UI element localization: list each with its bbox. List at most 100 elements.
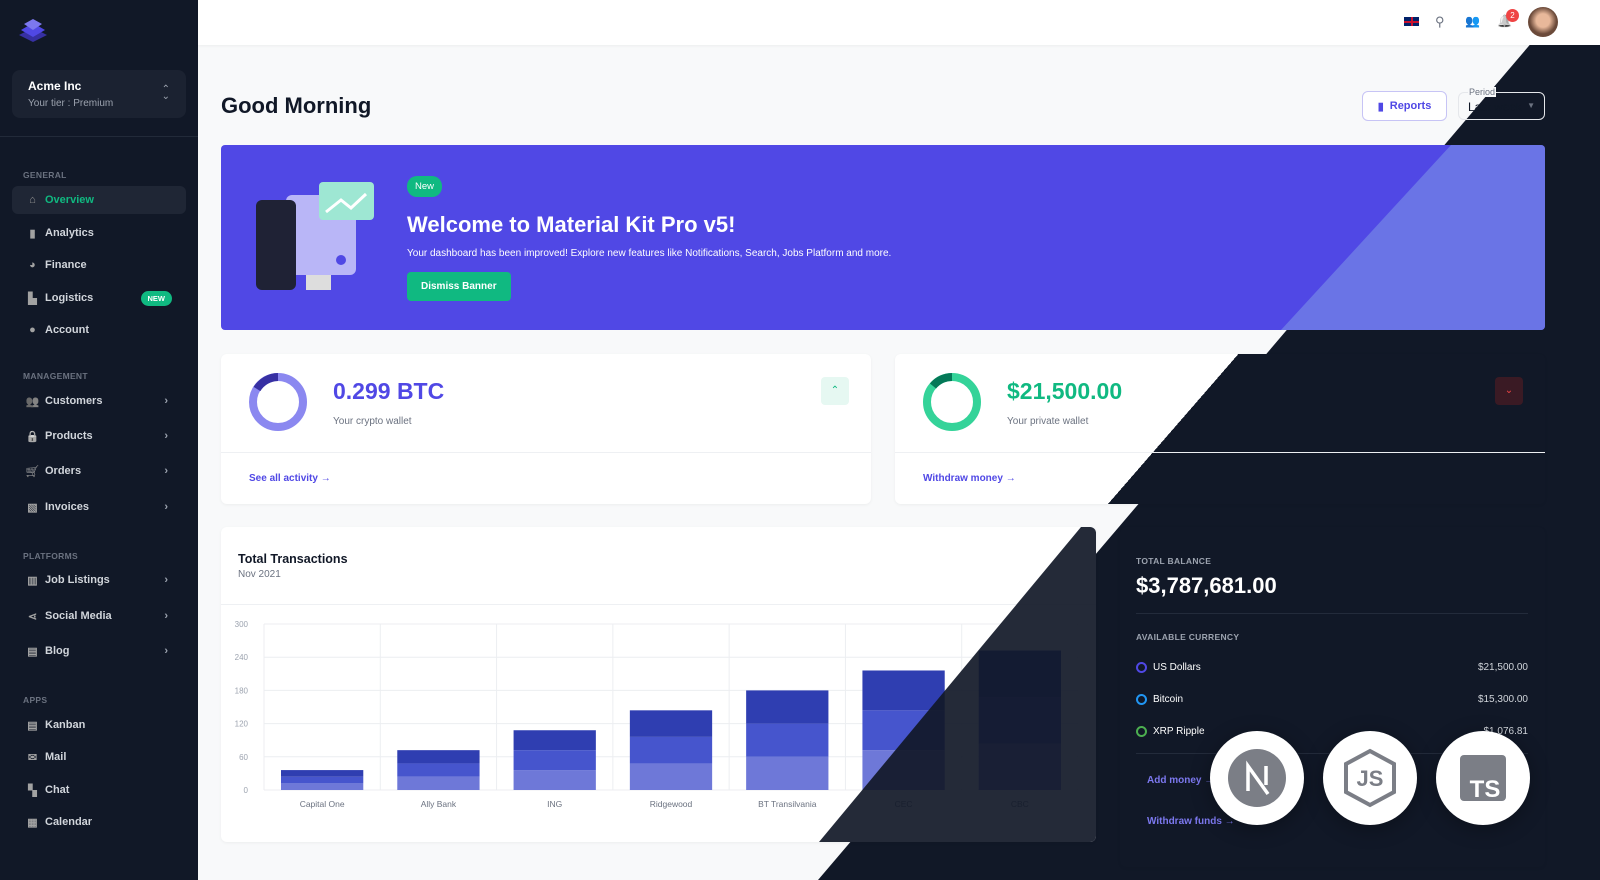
sidebar-item-analytics[interactable]: ▮ Analytics <box>12 219 186 247</box>
x-tick-label: Ridgewood <box>650 799 693 809</box>
sidebar-item-label: Mail <box>45 751 67 763</box>
divider <box>0 136 198 137</box>
currency-name: Bitcoin <box>1153 694 1184 705</box>
sidebar-item-social-media[interactable]: ⋖ Social Media › <box>12 602 186 630</box>
x-tick-label: CBC <box>1011 799 1029 809</box>
contacts-icon[interactable]: 👥 <box>1465 14 1480 28</box>
sidebar-item-orders[interactable]: 🛒 Orders › <box>12 457 186 485</box>
currency-name: XRP Ripple <box>1153 726 1205 737</box>
chevron-right-icon: › <box>164 395 168 407</box>
truck-icon: ▙ <box>28 292 37 305</box>
chevron-right-icon: › <box>164 645 168 657</box>
bar-segment <box>862 750 945 790</box>
sidebar-item-mail[interactable]: ✉ Mail <box>12 743 186 771</box>
svg-text:TS: TS <box>1470 776 1501 801</box>
bar-segment <box>629 710 713 737</box>
bar-segment <box>629 763 713 790</box>
page-title: Good Morning <box>221 93 372 118</box>
bar-segment <box>397 776 480 790</box>
chevron-down-icon[interactable]: ⌄ <box>1495 377 1523 405</box>
y-tick-label: 60 <box>239 753 248 762</box>
x-tick-label: Ally Bank <box>421 799 457 809</box>
uk-flag-icon[interactable] <box>1404 17 1419 26</box>
sidebar-section-title: GENERAL <box>23 170 67 180</box>
currency-dot-icon <box>1136 726 1147 737</box>
reports-button[interactable]: ▮ Reports <box>1362 91 1447 121</box>
crypto-wallet-card: 0.299 BTC Your crypto wallet ⌃ See all a… <box>221 354 871 504</box>
clipboard-icon: ▤ <box>27 719 38 732</box>
y-tick-label: 120 <box>235 720 249 729</box>
bar-segment <box>513 770 596 790</box>
total-balance-amount: $3,787,681.00 <box>1136 573 1277 598</box>
bar-segment <box>746 756 829 790</box>
sidebar-item-overview[interactable]: ⌂ Overview <box>12 186 186 214</box>
link-label: Withdraw funds <box>1147 816 1222 827</box>
sidebar-section-title: MANAGEMENT <box>23 371 88 381</box>
private-wallet-card: $21,500.00 Your private wallet ⌄ Withdra… <box>895 354 1545 504</box>
sidebar-item-invoices[interactable]: ▧ Invoices › <box>12 493 186 521</box>
currency-value: $21,500.00 <box>1477 662 1528 673</box>
total-balance-label: TOTAL BALANCE <box>1136 556 1212 566</box>
private-label: Your private wallet <box>1007 416 1089 427</box>
sidebar-item-account[interactable]: ● Account <box>12 316 186 344</box>
chevron-up-down-icon: ⌃ ⌄ <box>161 84 170 102</box>
sidebar-item-logistics[interactable]: ▙ Logistics NEW <box>12 284 186 312</box>
arrow-right-icon: → <box>320 473 331 484</box>
sidebar-item-chat[interactable]: ▚ Chat <box>12 776 186 804</box>
sidebar-item-customers[interactable]: 👥 Customers › <box>12 387 186 415</box>
sidebar-item-label: Invoices <box>45 501 90 513</box>
bar-segment <box>862 670 945 711</box>
add-money-link[interactable]: Add money → <box>1147 775 1214 786</box>
sidebar-item-label: Chat <box>45 784 70 796</box>
typescript-logo-icon: TS <box>1436 731 1530 825</box>
users-icon: 👥 <box>25 395 40 408</box>
divider <box>221 452 871 453</box>
currency-row: US Dollars $21,500.00 <box>1136 662 1528 673</box>
bar-chart-icon: ▮ <box>29 227 36 240</box>
sidebar-item-kanban[interactable]: ▤ Kanban <box>12 711 186 739</box>
x-tick-label: BT Transilvania <box>758 799 817 809</box>
chevron-up-icon[interactable]: ⌃ <box>821 377 849 405</box>
withdraw-funds-link[interactable]: Withdraw funds → <box>1147 816 1235 827</box>
search-icon[interactable]: ⚲ <box>1435 14 1445 30</box>
sidebar-item-finance[interactable]: ◕ Finance <box>12 251 186 279</box>
sidebar-item-job-listings[interactable]: ▥ Job Listings › <box>12 566 186 594</box>
sidebar-item-products[interactable]: 🔒 Products › <box>12 422 186 450</box>
bar-segment <box>746 690 829 724</box>
bar-segment <box>513 750 596 771</box>
sidebar-section-title: APPS <box>23 695 48 705</box>
bar-segment <box>513 730 596 751</box>
logo-icon[interactable] <box>18 18 48 49</box>
divider <box>895 452 1545 453</box>
period-select[interactable]: Period Last week ▼ <box>1458 87 1545 120</box>
sidebar-item-label: Social Media <box>45 610 112 622</box>
sidebar-item-blog[interactable]: ▤ Blog › <box>12 637 186 665</box>
sidebar-item-label: Analytics <box>45 227 94 239</box>
bar-segment <box>397 763 480 777</box>
avatar[interactable] <box>1528 7 1558 37</box>
link-label: See all activity <box>249 473 318 484</box>
sidebar-item-label: Products <box>45 430 93 442</box>
x-tick-label: ING <box>547 799 562 809</box>
home-icon: ⌂ <box>29 194 36 206</box>
withdraw-money-link[interactable]: Withdraw money → <box>923 473 1016 484</box>
dismiss-banner-button[interactable]: Dismiss Banner <box>407 272 511 301</box>
currency-dot-icon <box>1136 694 1147 705</box>
org-selector[interactable]: Acme Inc Your tier : Premium ⌃ ⌄ <box>12 70 186 118</box>
org-tier: Your tier : Premium <box>28 98 114 109</box>
chevron-right-icon: › <box>164 465 168 477</box>
chevron-right-icon: › <box>164 610 168 622</box>
chat-icon: ▚ <box>28 784 37 797</box>
available-currency-label: AVAILABLE CURRENCY <box>1136 632 1240 642</box>
y-tick-label: 180 <box>235 686 249 695</box>
currency-row: Bitcoin $15,300.00 <box>1136 694 1528 705</box>
welcome-banner: New Welcome to Material Kit Pro v5! Your… <box>221 145 1545 330</box>
banner-title: Welcome to Material Kit Pro v5! <box>407 212 736 237</box>
building-icon: ▥ <box>27 574 38 587</box>
sidebar-item-label: Overview <box>45 194 94 206</box>
lock-icon: 🔒 <box>25 430 40 443</box>
see-all-activity-link[interactable]: See all activity → <box>249 473 331 484</box>
mail-icon: ✉ <box>27 751 38 764</box>
sidebar-item-calendar[interactable]: ▦ Calendar <box>12 808 186 836</box>
period-label: Period <box>1468 87 1497 97</box>
